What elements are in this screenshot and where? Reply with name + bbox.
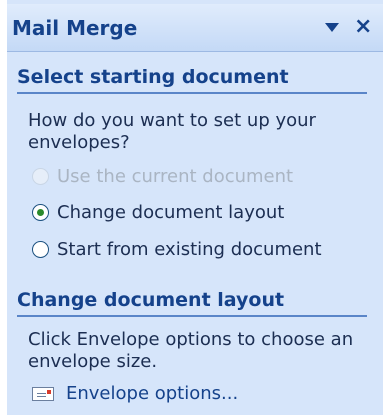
radio-button-disabled-icon	[32, 167, 49, 185]
envelope-options-link-text[interactable]: Envelope options...	[66, 383, 238, 404]
radio-button-icon[interactable]	[32, 240, 49, 258]
pane-left-edge	[0, 0, 7, 415]
pane-title: Mail Merge	[12, 16, 138, 40]
close-icon[interactable]: ×	[354, 13, 372, 41]
pane-titlebar: Mail Merge ×	[7, 4, 383, 52]
radio-selected-dot	[37, 208, 44, 216]
envelope-icon	[32, 386, 54, 401]
radio-label-start-from-existing-document: Start from existing document	[57, 238, 322, 260]
radio-use-current-document: Use the current document	[32, 164, 293, 188]
section-heading-change-document-layout: Change document layout	[17, 289, 367, 317]
radio-label-change-document-layout: Change document layout	[57, 201, 285, 223]
section-heading-select-starting-document: Select starting document	[17, 66, 367, 94]
envelope-setup-question: How do you want to set up your envelopes…	[28, 110, 316, 153]
envelope-options-description: Click Envelope options to choose an enve…	[28, 329, 354, 372]
envelope-options-link[interactable]: Envelope options...	[32, 383, 238, 404]
mail-merge-task-pane: Mail Merge × Select starting document Ho…	[0, 0, 389, 415]
radio-start-from-existing-document[interactable]: Start from existing document	[32, 237, 322, 261]
dropdown-triangle-icon[interactable]	[325, 23, 339, 32]
radio-change-document-layout[interactable]: Change document layout	[32, 200, 284, 224]
pane-right-edge	[383, 0, 389, 415]
radio-button-selected-icon[interactable]	[32, 203, 49, 221]
radio-label-use-current-document: Use the current document	[57, 165, 294, 187]
